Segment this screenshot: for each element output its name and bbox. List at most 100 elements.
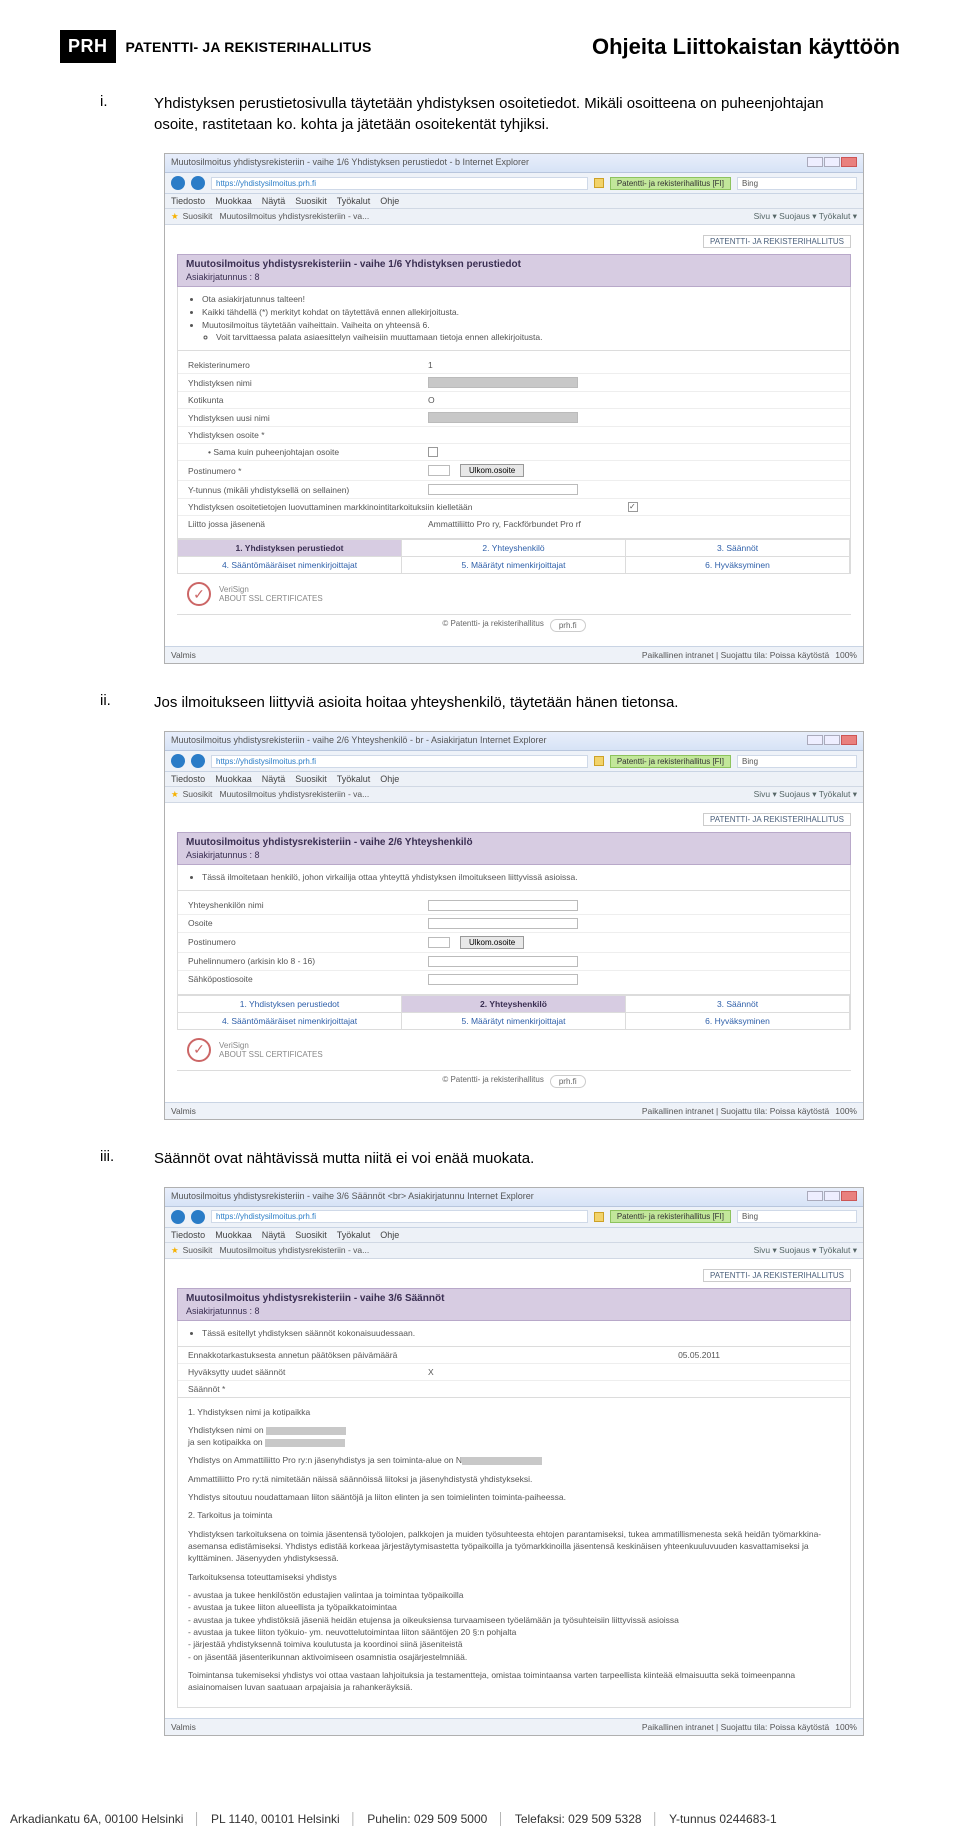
forward-icon[interactable] <box>191 754 205 768</box>
marker: ii. <box>100 692 124 713</box>
url-field[interactable]: https://yhdistysilmoitus.prh.fi <box>211 1210 588 1223</box>
favorites-label[interactable]: Suosikit <box>183 211 213 221</box>
screenshot-3: Muutosilmoitus yhdistysrekisteriin - vai… <box>164 1187 864 1737</box>
window-titlebar: Muutosilmoitus yhdistysrekisteriin - vai… <box>165 1188 863 1207</box>
info-box: Tässä ilmoitetaan henkilö, johon virkail… <box>177 865 851 891</box>
window-buttons[interactable] <box>806 1191 857 1203</box>
step-tabs[interactable]: 1. Yhdistyksen perustiedot2. Yhteyshenki… <box>177 539 851 574</box>
footer-phone: Puhelin: 029 509 5000 <box>367 1812 487 1826</box>
address-bar-row: https://yhdistysilmoitus.prh.fi Patentti… <box>165 173 863 194</box>
toolbar-right[interactable]: Sivu ▾ Suojaus ▾ Työkalut ▾ <box>754 211 857 222</box>
foreign-address-button[interactable]: Ulkom.osoite <box>460 464 524 477</box>
lock-icon <box>594 1212 604 1222</box>
foreign-address-button[interactable]: Ulkom.osoite <box>460 936 524 949</box>
menu-bar[interactable]: TiedostoMuokkaaNäytäSuosikitTyökalutOhje <box>165 1228 863 1243</box>
tab-label[interactable]: Muutosilmoitus yhdistysrekisteriin - va.… <box>219 1245 369 1255</box>
favorites-label[interactable]: Suosikit <box>183 1245 213 1255</box>
page-content: PATENTTI- JA REKISTERIHALLITUS Muutosilm… <box>165 1259 863 1719</box>
redacted-icon <box>266 1427 346 1435</box>
menu-bar[interactable]: TiedostoMuokkaaNäytäSuosikitTyökalutOhje <box>165 772 863 787</box>
form: Yhteyshenkilön nimi Osoite PostinumeroUl… <box>177 891 851 995</box>
favorites-label[interactable]: Suosikit <box>183 789 213 799</box>
marker: i. <box>100 93 124 135</box>
text: Jos ilmoitukseen liittyviä asioita hoita… <box>154 692 678 713</box>
field-ytunnus[interactable] <box>428 484 578 495</box>
favorites-bar: ★ Suosikit Muutosilmoitus yhdistysrekiste… <box>165 209 863 225</box>
prh-logo: PRH <box>60 30 116 63</box>
field-email[interactable] <box>428 974 578 985</box>
screenshot-1: Muutosilmoitus yhdistysrekisteriin - vai… <box>164 153 864 664</box>
text: Yhdistyksen perustietosivulla täytetään … <box>154 93 860 135</box>
redacted-icon <box>462 1457 542 1465</box>
toolbar-right[interactable]: Sivu ▾ Suojaus ▾ Työkalut ▾ <box>754 1245 857 1256</box>
ssl-cert-label[interactable]: Patentti- ja rekisterihallitus [FI] <box>610 177 731 190</box>
field-new-name[interactable] <box>428 412 578 423</box>
logo-block: PRH PATENTTI- JA REKISTERIHALLITUS <box>60 30 372 63</box>
star-icon[interactable]: ★ <box>171 789 179 799</box>
prh-logo-text: PATENTTI- JA REKISTERIHALLITUS <box>126 39 372 55</box>
section-header: Muutosilmoitus yhdistysrekisteriin - vai… <box>177 832 851 865</box>
window-titlebar: Muutosilmoitus yhdistysrekisteriin - vai… <box>165 154 863 173</box>
list-item-ii: ii. Jos ilmoitukseen liittyviä asioita h… <box>100 692 860 713</box>
prh-badge: PATENTTI- JA REKISTERIHALLITUS <box>177 235 851 248</box>
page-content: PATENTTI- JA REKISTERIHALLITUS Muutosilm… <box>165 803 863 1102</box>
back-icon[interactable] <box>171 754 185 768</box>
tab-label[interactable]: Muutosilmoitus yhdistysrekisteriin - va.… <box>219 211 369 221</box>
address-bar-row: https://yhdistysilmoitus.prh.fi Patentti… <box>165 1207 863 1228</box>
star-icon[interactable]: ★ <box>171 211 179 221</box>
text: Säännöt ovat nähtävissä mutta niitä ei v… <box>154 1148 534 1169</box>
marker: iii. <box>100 1148 124 1169</box>
field-zip[interactable] <box>428 937 450 948</box>
body: i. Yhdistyksen perustietosivulla täytetä… <box>60 93 900 1736</box>
search-box[interactable]: Bing <box>737 1210 857 1223</box>
window-title: Muutosilmoitus yhdistysrekisteriin - vai… <box>171 1191 534 1203</box>
search-box[interactable]: Bing <box>737 177 857 190</box>
status-bar: Valmis Paikallinen intranet | Suojattu t… <box>165 646 863 663</box>
search-box[interactable]: Bing <box>737 755 857 768</box>
tab-label[interactable]: Muutosilmoitus yhdistysrekisteriin - va.… <box>219 789 369 799</box>
ssl-cert-label[interactable]: Patentti- ja rekisterihallitus [FI] <box>610 755 731 768</box>
window-buttons[interactable] <box>806 157 857 169</box>
ssl-cert-label[interactable]: Patentti- ja rekisterihallitus [FI] <box>610 1210 731 1223</box>
doc-footer: Arkadiankatu 6A, 00100 Helsinki│ PL 1140… <box>0 1812 960 1826</box>
menu-bar[interactable]: TiedostoMuokkaaNäytäSuosikitTyökalutOhje <box>165 194 863 209</box>
list-item-iii: iii. Säännöt ovat nähtävissä mutta niitä… <box>100 1148 860 1169</box>
field-name[interactable] <box>428 900 578 911</box>
page-copyright: © Patentti- ja rekisterihallitusprh.fi <box>177 1070 851 1092</box>
lock-icon <box>594 178 604 188</box>
footer-address-2: PL 1140, 00101 Helsinki <box>211 1812 340 1826</box>
field-zip[interactable] <box>428 465 450 476</box>
toolbar-right[interactable]: Sivu ▾ Suojaus ▾ Työkalut ▾ <box>754 789 857 800</box>
window-buttons[interactable] <box>806 735 857 747</box>
window-title: Muutosilmoitus yhdistysrekisteriin - vai… <box>171 157 529 169</box>
list-item-i: i. Yhdistyksen perustietosivulla täytetä… <box>100 93 860 135</box>
window-titlebar: Muutosilmoitus yhdistysrekisteriin - vai… <box>165 732 863 751</box>
marketing-optout-checkbox[interactable] <box>628 502 638 512</box>
section-header: Muutosilmoitus yhdistysrekisteriin - vai… <box>177 1288 851 1321</box>
same-address-checkbox[interactable] <box>428 447 438 457</box>
forward-icon[interactable] <box>191 1210 205 1224</box>
form: Rekisterinumero1 Yhdistyksen nimi Kotiku… <box>177 351 851 539</box>
field-address[interactable] <box>428 918 578 929</box>
doc-title: Ohjeita Liittokaistan käyttöön <box>592 34 900 60</box>
field-phone[interactable] <box>428 956 578 967</box>
prh-badge: PATENTTI- JA REKISTERIHALLITUS <box>177 813 851 826</box>
favorites-bar: ★ Suosikit Muutosilmoitus yhdistysrekiste… <box>165 787 863 803</box>
prh-badge: PATENTTI- JA REKISTERIHALLITUS <box>177 1269 851 1282</box>
forward-icon[interactable] <box>191 176 205 190</box>
favorites-bar: ★ Suosikit Muutosilmoitus yhdistysrekiste… <box>165 1243 863 1259</box>
verisign: ✓ VeriSignABOUT SSL CERTIFICATES <box>177 1030 851 1070</box>
url-field[interactable]: https://yhdistysilmoitus.prh.fi <box>211 177 588 190</box>
footer-address-1: Arkadiankatu 6A, 00100 Helsinki <box>10 1812 183 1826</box>
field-yhd-nimi[interactable] <box>428 377 578 388</box>
section-header: Muutosilmoitus yhdistysrekisteriin - vai… <box>177 254 851 287</box>
verisign-icon: ✓ <box>187 1038 211 1062</box>
back-icon[interactable] <box>171 176 185 190</box>
url-field[interactable]: https://yhdistysilmoitus.prh.fi <box>211 755 588 768</box>
step-tabs[interactable]: 1. Yhdistyksen perustiedot2. Yhteyshenki… <box>177 995 851 1030</box>
page-content: PATENTTI- JA REKISTERIHALLITUS Muutosilm… <box>165 225 863 646</box>
back-icon[interactable] <box>171 1210 185 1224</box>
star-icon[interactable]: ★ <box>171 1245 179 1255</box>
meta-table: Ennakkotarkastuksesta annetun päätöksen … <box>177 1347 851 1398</box>
address-bar-row: https://yhdistysilmoitus.prh.fi Patentti… <box>165 751 863 772</box>
